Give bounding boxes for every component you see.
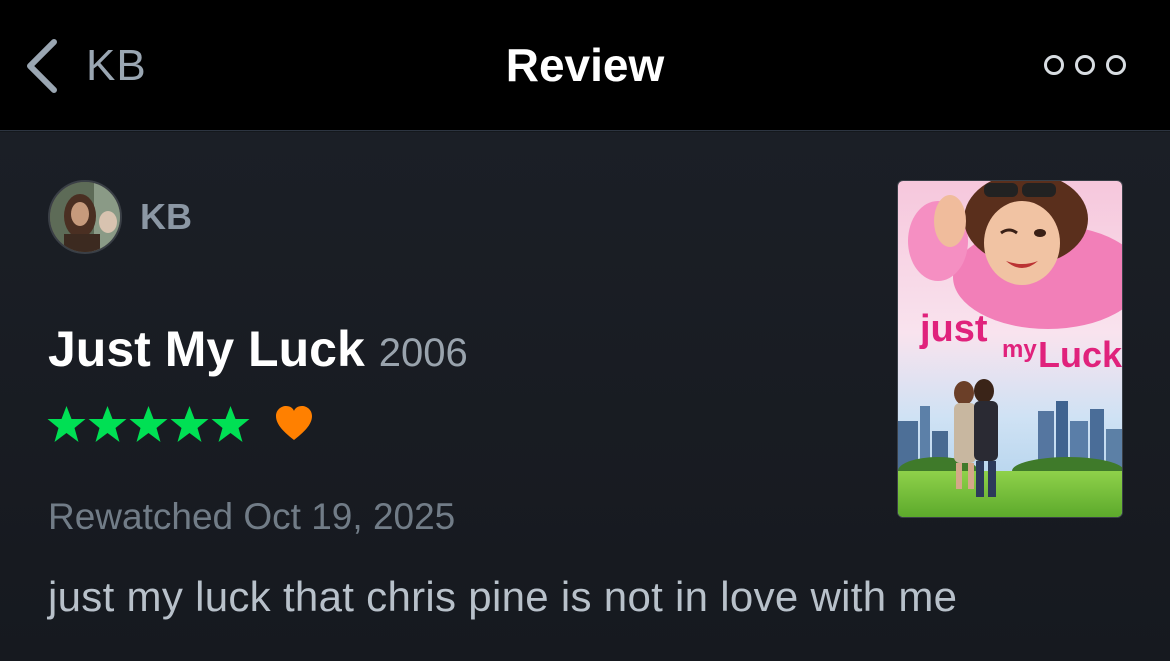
film-heading: Just My Luck 2006: [48, 320, 468, 378]
author-name: KB: [140, 196, 192, 237]
ellipsis-icon: [1044, 55, 1064, 75]
ellipsis-icon: [1075, 55, 1095, 75]
top-navigation-bar: KB Review: [0, 0, 1170, 131]
svg-text:just: just: [919, 308, 988, 350]
page-title: Review: [505, 39, 665, 91]
review-author[interactable]: KB: [48, 180, 192, 254]
film-title[interactable]: Just My Luck: [48, 320, 365, 378]
star-icon: [170, 406, 209, 442]
star-icon: [211, 406, 250, 442]
svg-text:Luck: Luck: [1038, 334, 1123, 375]
film-poster[interactable]: just my Luck: [897, 180, 1123, 518]
star-icon: [88, 406, 127, 442]
review-text: just my luck that chris pine is not in l…: [48, 573, 958, 620]
star-icon: [47, 406, 86, 442]
star-icon: [129, 406, 168, 442]
more-options-button[interactable]: [1044, 50, 1126, 80]
watched-date: Rewatched Oct 19, 2025: [48, 496, 456, 537]
film-year[interactable]: 2006: [379, 331, 468, 376]
review-content: KB Just My Luck 2006 Rewatched Oct 19, 2…: [0, 132, 1170, 661]
avatar[interactable]: [48, 180, 122, 254]
rating-row: [46, 404, 313, 444]
svg-text:my: my: [1002, 336, 1037, 363]
heart-icon: [276, 406, 312, 440]
ellipsis-icon: [1106, 55, 1126, 75]
star-rating: [46, 404, 251, 444]
